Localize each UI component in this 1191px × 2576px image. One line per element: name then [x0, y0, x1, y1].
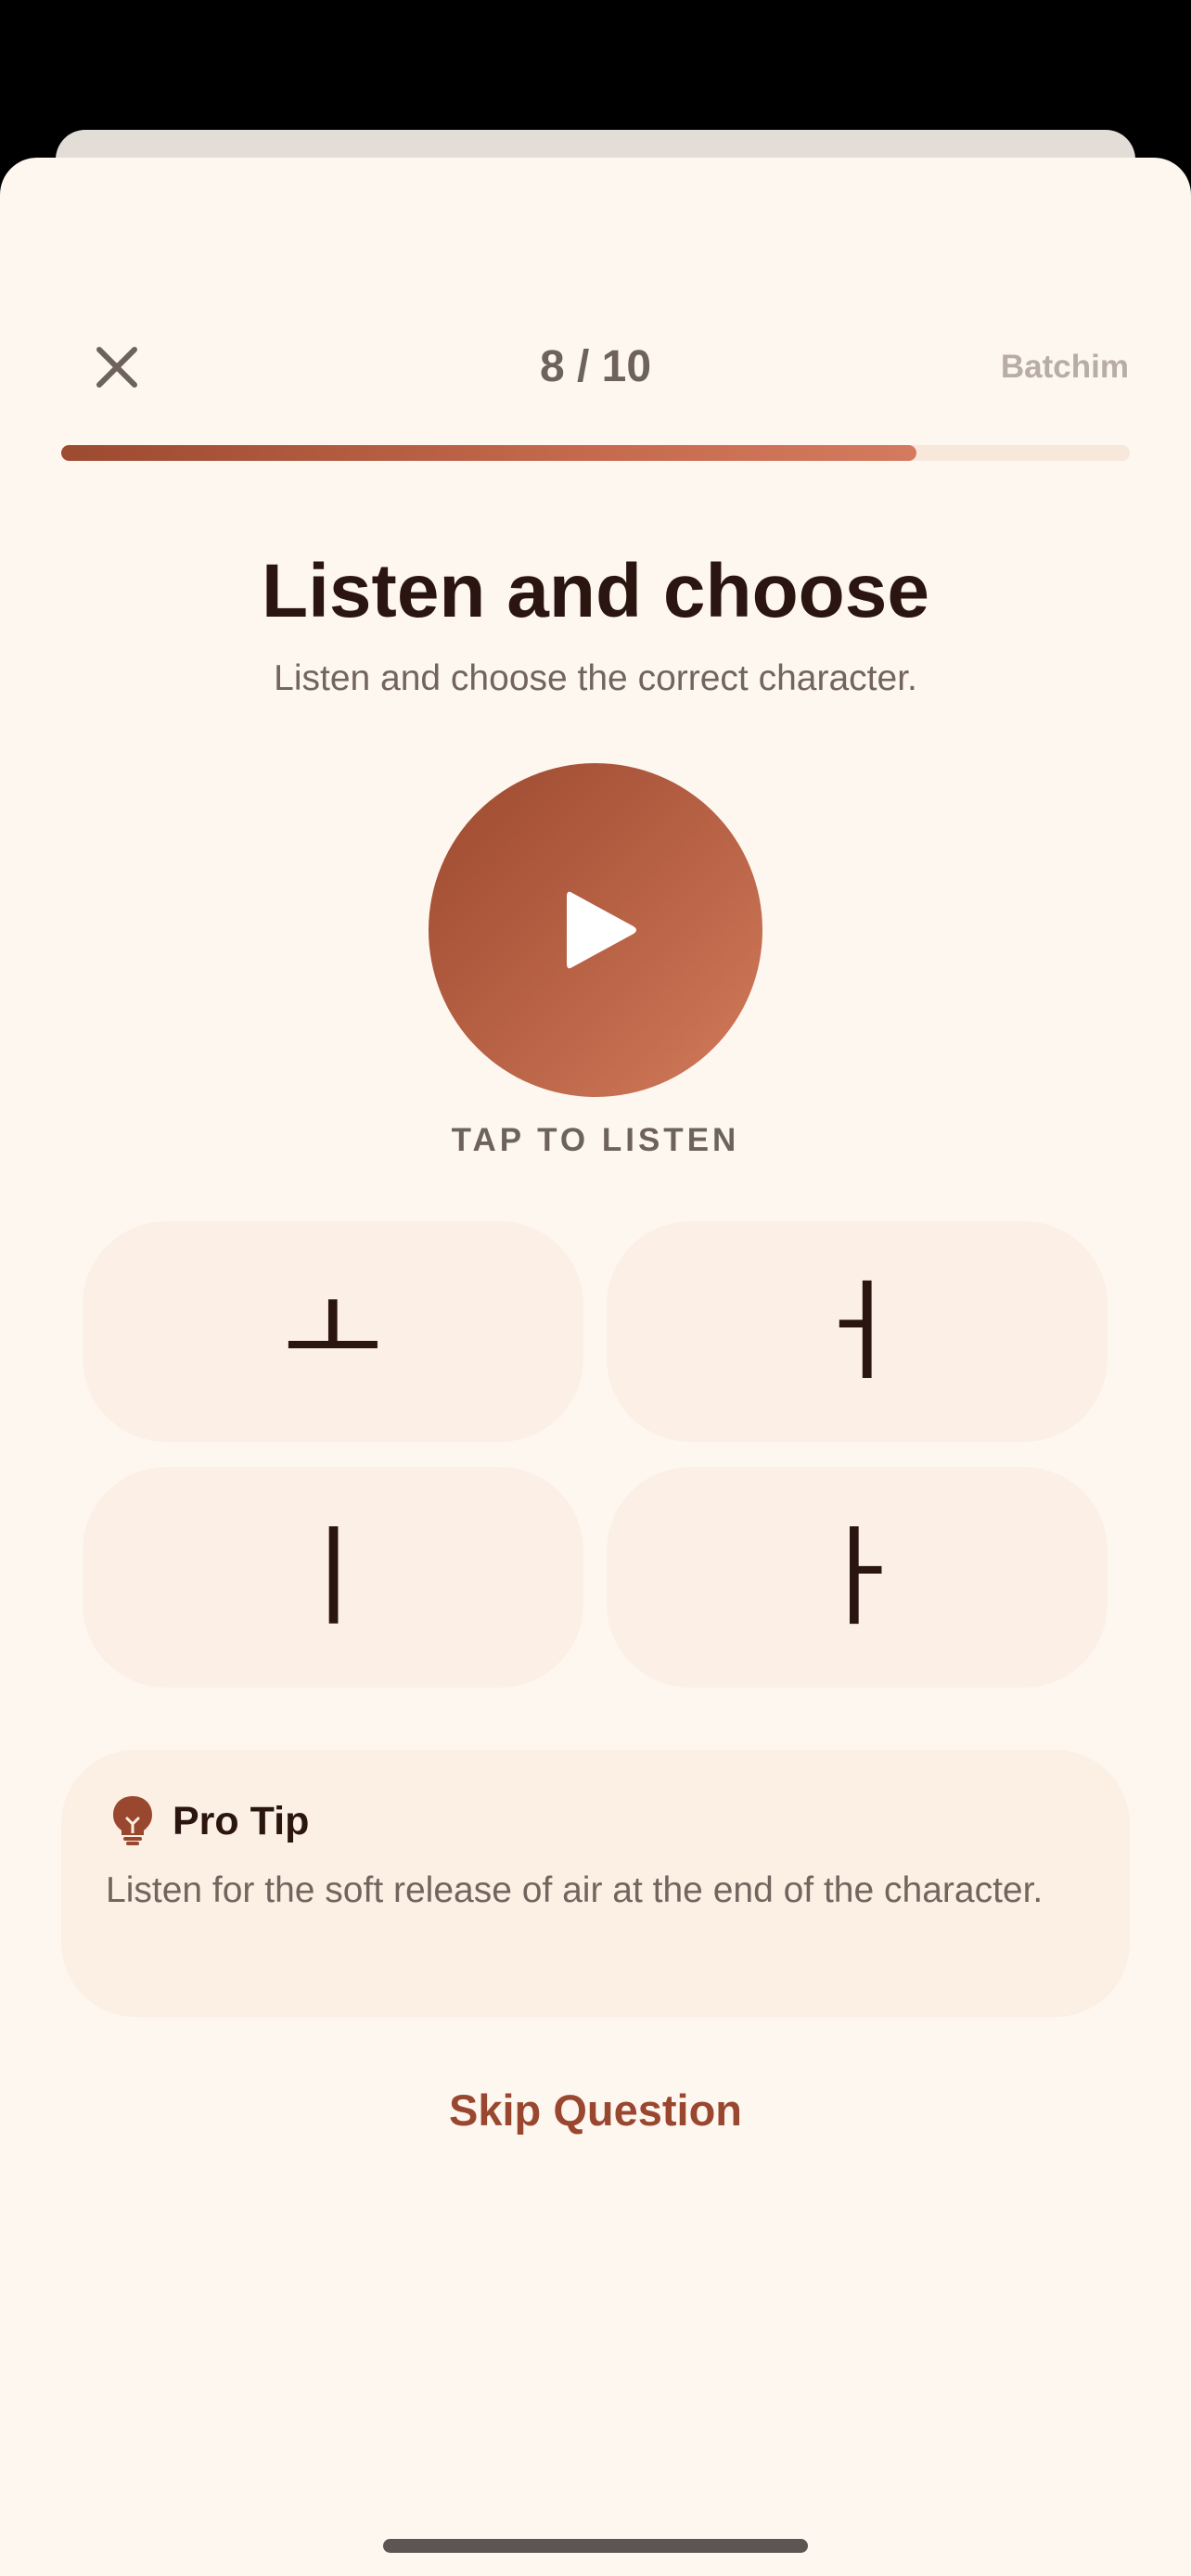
home-indicator [383, 2539, 808, 2553]
progress-fill [61, 445, 916, 461]
answer-option-char: ㅗ [282, 1268, 384, 1396]
answer-option-char: ㅏ [806, 1513, 908, 1641]
lightbulb-icon [113, 1796, 152, 1845]
answer-option-char: ㅓ [806, 1268, 908, 1396]
play-icon [567, 891, 636, 969]
close-icon [96, 347, 137, 388]
question-counter: 8 / 10 [539, 342, 652, 391]
tap-to-listen-label: TAP TO LISTEN [451, 1122, 740, 1158]
tip-title: Pro Tip [173, 1799, 310, 1843]
progress-bar [61, 445, 1130, 461]
play-audio-button[interactable] [429, 763, 762, 1097]
answer-option-1[interactable]: ㅗ [83, 1221, 583, 1442]
screen: 8 / 10 Batchim Listen and choose Listen … [0, 0, 1191, 2576]
answer-option-char: ㅣ [282, 1513, 384, 1641]
close-button[interactable] [83, 334, 150, 401]
answer-option-2[interactable]: ㅓ [607, 1221, 1108, 1442]
tip-body: Listen for the soft release of air at th… [106, 1870, 1044, 1910]
page-title: Listen and choose [262, 549, 929, 633]
answer-option-4[interactable]: ㅏ [607, 1467, 1108, 1688]
pro-tip-card: Pro Tip Listen for the soft release of a… [61, 1750, 1130, 2017]
category-label: Batchim [1000, 349, 1129, 385]
answer-option-3[interactable]: ㅣ [83, 1467, 583, 1688]
instruction-text: Listen and choose the correct character. [274, 658, 917, 698]
skip-question-button[interactable]: Skip Question [317, 2081, 874, 2140]
